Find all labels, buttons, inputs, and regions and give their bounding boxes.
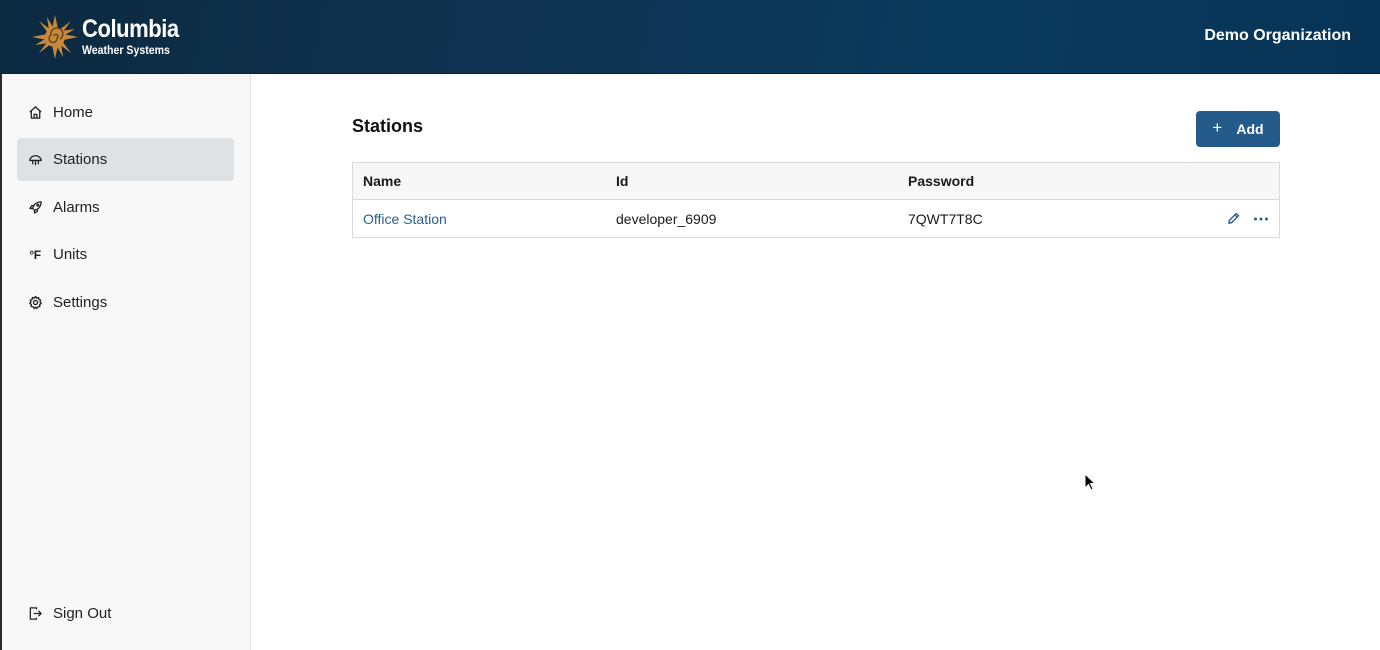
edit-pencil-icon[interactable] <box>1225 210 1242 227</box>
sign-out-icon <box>27 606 43 622</box>
gear-icon <box>27 295 43 311</box>
rocket-icon <box>27 200 43 216</box>
row-actions <box>1225 200 1269 237</box>
add-button-label: Add <box>1236 121 1264 137</box>
brand-logo[interactable]: Columbia Weather Systems <box>30 14 180 60</box>
sidebar-item-stations[interactable]: Stations <box>17 138 234 181</box>
sidebar-item-label: Home <box>53 104 94 121</box>
station-id: developer_6909 <box>616 210 717 227</box>
table-row: Office Station developer_6909 7QWT7T8C <box>353 200 1279 237</box>
sign-out-button[interactable]: Sign Out <box>17 592 234 635</box>
app-header: Columbia Weather Systems Demo Organizati… <box>0 0 1380 74</box>
sidebar-item-home[interactable]: Home <box>17 91 234 134</box>
column-header-id[interactable]: Id <box>616 163 628 199</box>
table-header-row: Name Id Password <box>353 163 1279 200</box>
station-password: 7QWT7T8C <box>908 210 983 227</box>
station-name-link[interactable]: Office Station <box>363 200 447 237</box>
column-header-password[interactable]: Password <box>908 163 974 199</box>
sidebar: Home Stations Alarms °F Units Settings S… <box>0 74 251 650</box>
sidebar-item-label: Units <box>53 246 88 263</box>
sign-out-label: Sign Out <box>53 605 112 622</box>
sidebar-item-label: Stations <box>53 151 108 168</box>
brand-title: Columbia <box>82 14 179 43</box>
add-station-button[interactable]: + Add <box>1196 111 1280 147</box>
plus-icon: + <box>1212 118 1223 137</box>
station-icon <box>27 152 43 168</box>
more-options-icon[interactable] <box>1252 210 1269 227</box>
sidebar-item-units[interactable]: °F Units <box>17 233 234 276</box>
fahrenheit-icon: °F <box>29 247 41 262</box>
sidebar-item-alarms[interactable]: Alarms <box>17 186 234 229</box>
main-content: Stations + Add Name Id Password Office S… <box>251 74 1380 650</box>
column-header-name[interactable]: Name <box>363 163 401 199</box>
home-icon <box>27 105 43 121</box>
page-title: Stations <box>352 116 424 136</box>
sidebar-item-label: Alarms <box>53 199 100 216</box>
brand-subtitle: Weather Systems <box>82 42 170 57</box>
sun-logo-icon <box>32 15 78 59</box>
sidebar-item-label: Settings <box>53 294 108 311</box>
sidebar-item-settings[interactable]: Settings <box>17 281 234 324</box>
stations-table: Name Id Password Office Station develope… <box>352 162 1280 238</box>
organization-name[interactable]: Demo Organization <box>1204 27 1351 45</box>
mouse-cursor-icon <box>1084 473 1096 491</box>
